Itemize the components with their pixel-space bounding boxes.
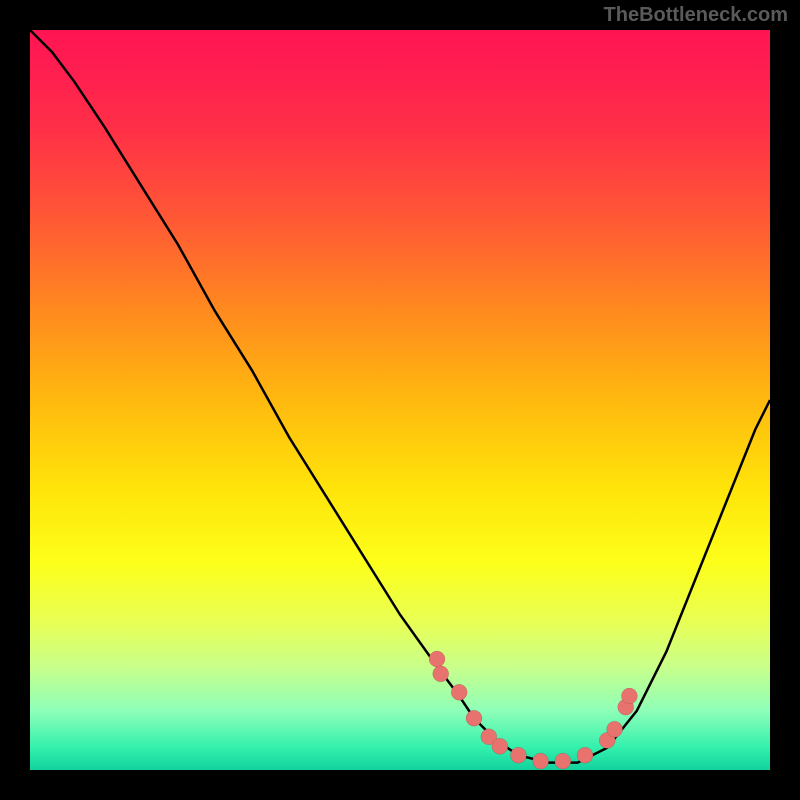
dots-group xyxy=(429,651,637,769)
data-point xyxy=(433,666,449,682)
data-point xyxy=(555,753,571,769)
data-point xyxy=(607,721,623,737)
main-curve xyxy=(30,30,770,763)
watermark-text: TheBottleneck.com xyxy=(604,4,788,27)
data-point xyxy=(429,651,445,667)
data-point xyxy=(492,738,508,754)
chart-frame: TheBottleneck.com xyxy=(0,0,800,800)
data-point xyxy=(533,753,549,769)
data-point xyxy=(466,710,482,726)
plot-area xyxy=(30,30,770,770)
data-point xyxy=(510,747,526,763)
data-point xyxy=(451,684,467,700)
data-point xyxy=(621,688,637,704)
chart-svg xyxy=(30,30,770,770)
data-point xyxy=(577,747,593,763)
